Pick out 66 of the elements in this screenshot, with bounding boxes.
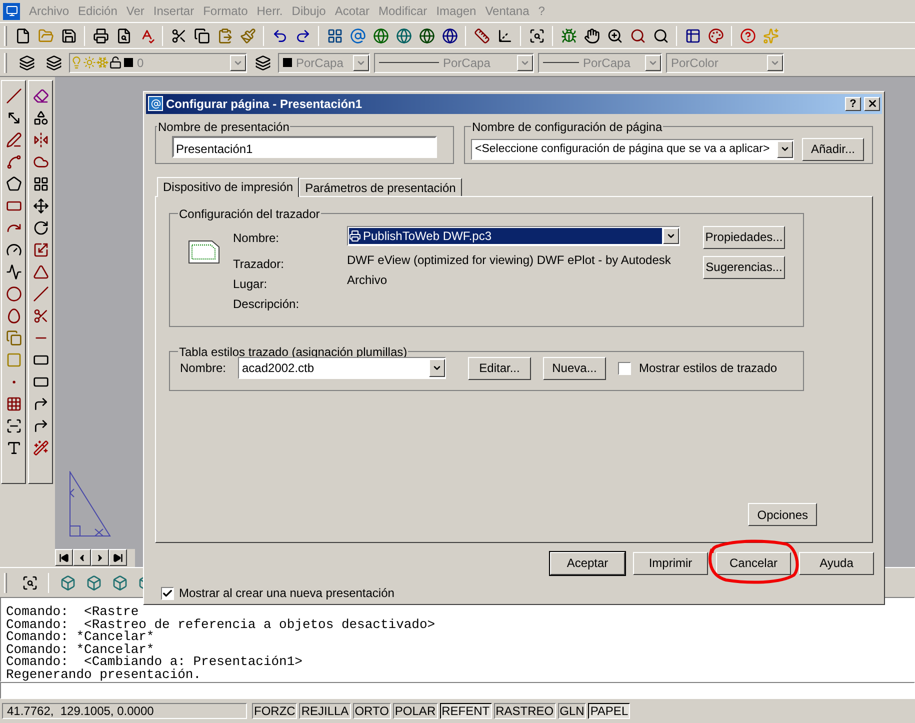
options-button[interactable]: Opciones [748, 503, 817, 526]
plotter-button[interactable]: Propiedades... [703, 226, 785, 249]
field-label: Nombre: [180, 360, 228, 378]
command-line: Regenerando presentación. [6, 668, 202, 681]
line-sample [379, 62, 439, 63]
location-value: Archivo [347, 272, 388, 286]
status-toggle[interactable]: GLN [558, 703, 586, 719]
plotter-value: DWF eView (optimized for viewing) DWF ePlot - by Autodesk [347, 252, 672, 266]
status-toggle[interactable]: REFENT [440, 703, 492, 719]
close-button[interactable] [864, 96, 880, 111]
snowflake-icon [96, 56, 109, 69]
status-toggle[interactable]: REJILLA [299, 703, 351, 719]
dialog-button[interactable]: Ayuda [799, 552, 874, 575]
add-button[interactable]: Añadir... [802, 138, 864, 161]
page-setup-dropdown[interactable]: <Seleccione configuración de página que se va a aplicar> [471, 138, 794, 160]
plotter-icon [188, 240, 220, 264]
checkbox-label: Mostrar al crear una nueva presentación [179, 585, 394, 602]
status-toggle[interactable]: ORTO [352, 703, 391, 719]
previous-icon[interactable] [73, 549, 91, 566]
first-page-icon[interactable] [55, 549, 73, 566]
close-icon [866, 98, 878, 110]
command-line: Comando: <Rastreo de referencia a objetos desactivado> [6, 618, 436, 631]
help-button[interactable]: ? [845, 96, 861, 111]
field-label: Nombre: [233, 230, 280, 244]
status-toggle[interactable]: RASTREO [494, 703, 556, 719]
group-label: Nombre de presentación [157, 118, 290, 136]
dialog-button[interactable]: Imprimir [633, 552, 708, 575]
tab[interactable]: Parámetros de presentación [299, 178, 462, 196]
sun-icon [83, 56, 96, 69]
plot-style-button[interactable]: Editar... [468, 356, 531, 380]
command-line: Comando: <Rastre [6, 606, 139, 618]
tab[interactable]: Dispositivo de impresión [157, 176, 300, 197]
app-icon[interactable] [3, 2, 20, 20]
layout-name-field[interactable]: Presentación1 [172, 136, 437, 158]
command-line: Comando: *Cancelar* [6, 631, 154, 644]
checkbox[interactable] [618, 362, 631, 375]
line-sample [543, 62, 579, 63]
command-line: Comando: *Cancelar* [6, 644, 154, 656]
color-swatch [124, 58, 133, 67]
dialog-button[interactable]: Cancelar [716, 552, 791, 575]
unlock-icon [109, 56, 122, 69]
plotter-button[interactable]: Sugerencias... [703, 256, 785, 279]
checkbox-label: Mostrar estilos de trazado [639, 360, 778, 378]
command-line: Comando: <Cambiando a: Presentación1> [6, 656, 302, 668]
field-label: Descripción: [233, 296, 300, 310]
status-toggle[interactable]: POLAR [392, 703, 438, 719]
field-label: Lugar: [233, 276, 268, 290]
status-toggle[interactable]: PAPEL [588, 703, 630, 719]
last-page-icon[interactable] [109, 549, 127, 566]
lightbulb-icon [70, 56, 83, 69]
window-title: Configurar página - Presentación1 [166, 96, 364, 113]
group-label: Configuración del trazador [178, 206, 321, 223]
command-input[interactable] [0, 682, 915, 699]
checkbox[interactable] [161, 586, 174, 600]
field-label: Trazador: [233, 256, 285, 270]
plot-style-dropdown[interactable]: acad2002.ctb [238, 357, 446, 380]
next-icon[interactable] [91, 549, 109, 566]
plot-style-button[interactable]: Nueva... [543, 356, 606, 380]
group-label: Nombre de configuración de página [471, 118, 664, 136]
status-toggle[interactable]: FORZC [252, 703, 298, 719]
plotter-dropdown[interactable]: PublishToWeb DWF.pc3 [347, 226, 680, 246]
printer-icon [349, 230, 361, 242]
coordinates: 41.7762, 129.1005, 0.0000 [2, 703, 247, 719]
dialog-button[interactable]: Aceptar [550, 552, 625, 575]
triangle-drawing [69, 471, 111, 537]
color-swatch [283, 58, 292, 67]
